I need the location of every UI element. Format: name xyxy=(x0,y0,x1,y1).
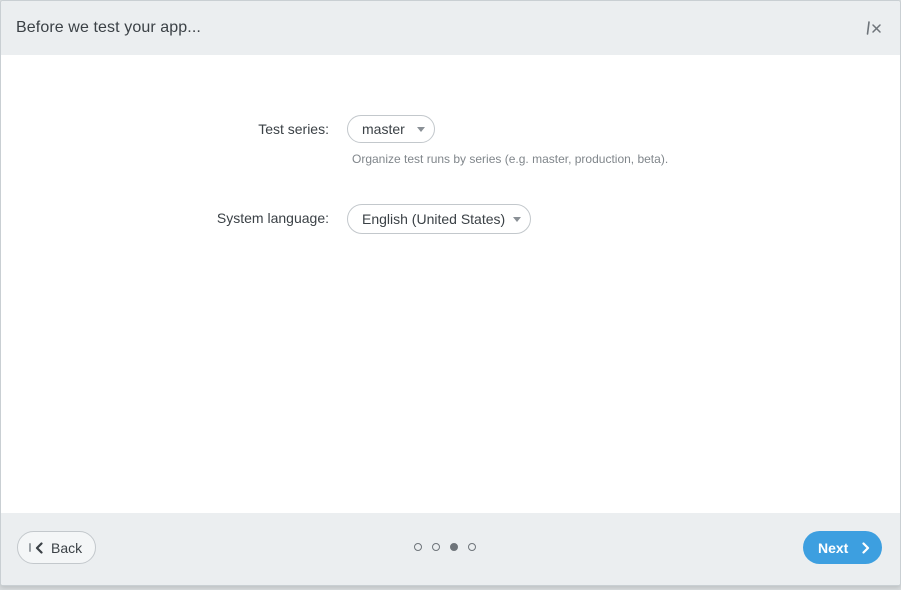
chevron-down-icon xyxy=(513,217,521,222)
step-dot-1[interactable] xyxy=(414,543,422,551)
close-icon xyxy=(866,21,881,35)
close-button[interactable] xyxy=(864,18,884,38)
test-series-select[interactable]: master xyxy=(347,115,435,143)
setup-dialog: Before we test your app... Test series: … xyxy=(0,0,901,586)
dialog-footer: Back Next xyxy=(1,513,900,585)
dialog-title: Before we test your app... xyxy=(16,19,201,36)
test-series-value: master xyxy=(362,121,405,137)
test-series-hint: Organize test runs by series (e.g. maste… xyxy=(352,152,669,166)
back-label: Back xyxy=(51,539,83,556)
next-button[interactable]: Next xyxy=(803,531,882,564)
collapse-edge-icon xyxy=(29,543,31,552)
dialog-header: Before we test your app... xyxy=(1,1,900,55)
chevron-left-icon xyxy=(35,541,43,554)
step-dot-2[interactable] xyxy=(432,543,440,551)
step-dot-3-active[interactable] xyxy=(450,543,458,551)
system-language-select[interactable]: English (United States) xyxy=(347,204,531,234)
chevron-right-icon xyxy=(862,541,870,554)
chevron-down-icon xyxy=(417,127,425,132)
system-language-label: System language: xyxy=(216,210,329,226)
step-dot-4[interactable] xyxy=(468,543,476,551)
test-series-label: Test series: xyxy=(258,121,329,137)
next-label: Next xyxy=(818,539,849,556)
back-button[interactable]: Back xyxy=(17,531,96,564)
system-language-value: English (United States) xyxy=(362,211,506,227)
step-indicator xyxy=(414,543,476,551)
